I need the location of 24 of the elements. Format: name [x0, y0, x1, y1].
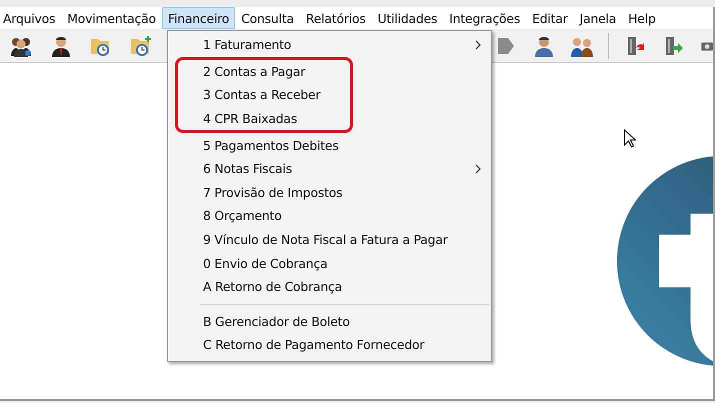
dropdown-item[interactable]: A Retorno de Cobrança: [168, 274, 491, 299]
menu-item[interactable]: Arquivos: [0, 7, 62, 29]
dropdown-item[interactable]: 7 Provisão de Impostos: [168, 180, 491, 204]
dropdown-item[interactable]: B Gerenciador de Boleto: [168, 310, 491, 334]
menu-item[interactable]: Movimentação: [61, 7, 162, 29]
dropdown-item[interactable]: 8 Orçamento: [168, 204, 491, 228]
dropdown-item[interactable]: 0 Envio de Cobrança: [168, 251, 491, 275]
dropdown-item[interactable]: C Retorno de Pagamento Fornecedor: [168, 333, 491, 357]
dropdown-item[interactable]: 4 CPR Baixadas: [178, 106, 350, 130]
menu-item[interactable]: Editar: [526, 7, 574, 29]
dropdown-item[interactable]: 3 Contas a Receber: [178, 83, 350, 107]
dropdown-item[interactable]: 2 Contas a Pagar: [178, 60, 350, 84]
menu-item[interactable]: Utilidades: [372, 7, 444, 29]
menu-item[interactable]: Consulta: [235, 7, 300, 29]
mouse-pointer-icon: [623, 129, 636, 149]
dropdown-item[interactable]: 9 Vínculo de Nota Fiscal a Fatura a Pagar: [168, 228, 491, 252]
dropdown-item[interactable]: 6 Notas Fiscais: [168, 156, 491, 181]
dropdown-item[interactable]: 5 Pagamentos Debites: [168, 133, 491, 157]
folder-clock-plus-icon[interactable]: [129, 34, 153, 58]
menu-item[interactable]: Integrações: [443, 7, 526, 29]
menu-item[interactable]: Relatórios: [300, 7, 372, 29]
menu-item[interactable]: Help: [622, 7, 662, 29]
menu-item[interactable]: Financeiro: [162, 7, 236, 29]
menu-item[interactable]: Janela: [574, 7, 622, 29]
